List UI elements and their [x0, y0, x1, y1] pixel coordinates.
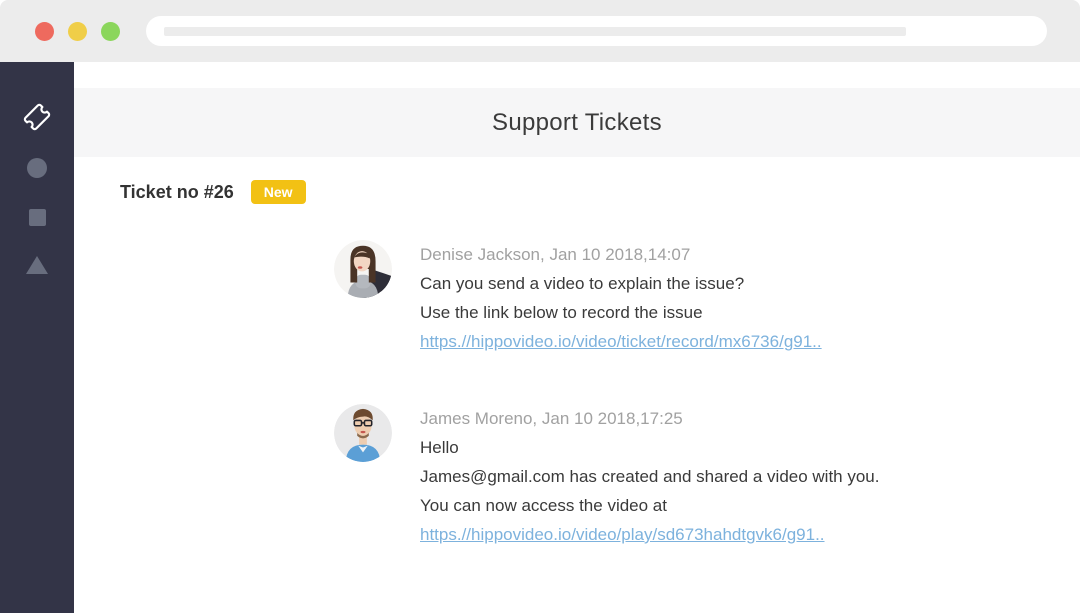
message-text-line: Can you send a video to explain the issu…	[420, 269, 822, 298]
page-title: Support Tickets	[492, 109, 662, 137]
traffic-lights	[35, 22, 120, 41]
play-video-link[interactable]: https.//hippovideo.io/video/play/sd673ha…	[420, 520, 825, 549]
zoom-window-button[interactable]	[101, 22, 120, 41]
message-text-line: Use the link below to record the issue	[420, 298, 822, 327]
url-placeholder-bar	[164, 27, 906, 36]
content-top-strip	[74, 62, 1080, 88]
message-text-line: Hello	[420, 433, 880, 462]
james-avatar-image	[334, 404, 392, 462]
sidebar-item-triangle[interactable]	[26, 256, 48, 274]
message-item: James Moreno, Jan 10 2018,17:25 Hello Ja…	[334, 404, 1080, 549]
ticket-header-row: Ticket no #26 New	[120, 180, 1080, 204]
ticket-icon	[24, 117, 50, 134]
message-thread: Denise Jackson, Jan 10 2018,14:07 Can yo…	[334, 240, 1080, 549]
main-content: Support Tickets Ticket no #26 New	[74, 62, 1080, 613]
record-video-link[interactable]: https.//hippovideo.io/video/ticket/recor…	[420, 327, 822, 356]
close-window-button[interactable]	[35, 22, 54, 41]
url-bar[interactable]	[146, 16, 1047, 46]
avatar	[334, 404, 392, 462]
minimize-window-button[interactable]	[68, 22, 87, 41]
browser-window: Support Tickets Ticket no #26 New	[0, 0, 1080, 613]
sidebar-item-tickets[interactable]	[24, 104, 50, 130]
sidebar	[0, 62, 74, 613]
message-text-line: You can now access the video at	[420, 491, 880, 520]
status-badge: New	[251, 180, 306, 204]
browser-title-bar	[0, 0, 1080, 62]
denise-avatar-image	[334, 240, 392, 298]
message-author-timestamp: James Moreno, Jan 10 2018,17:25	[420, 404, 880, 433]
sidebar-item-square[interactable]	[29, 209, 46, 226]
page-header: Support Tickets	[74, 88, 1080, 157]
sidebar-item-circle[interactable]	[27, 158, 47, 178]
message-author-timestamp: Denise Jackson, Jan 10 2018,14:07	[420, 240, 822, 269]
ticket-number-label: Ticket no #26	[120, 182, 234, 203]
message-item: Denise Jackson, Jan 10 2018,14:07 Can yo…	[334, 240, 1080, 356]
avatar	[334, 240, 392, 298]
message-text-line: James@gmail.com has created and shared a…	[420, 462, 880, 491]
